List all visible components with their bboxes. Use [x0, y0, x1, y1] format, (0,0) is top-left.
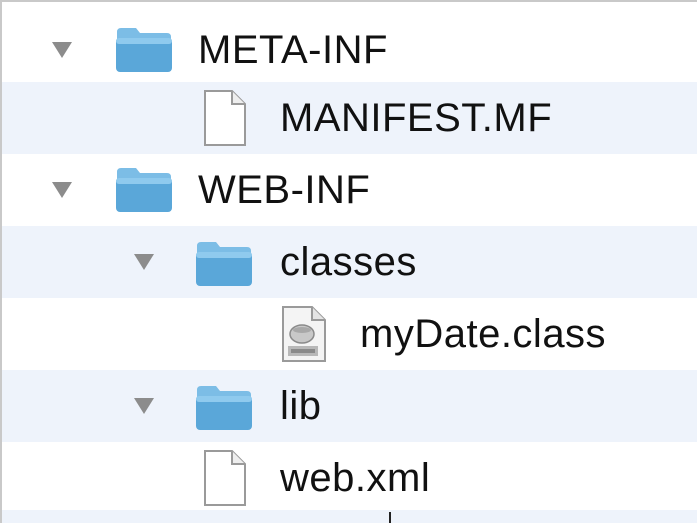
document-icon: [202, 88, 248, 148]
tree-row-meta-inf[interactable]: META-INF: [2, 14, 697, 86]
tree-row-web-inf[interactable]: WEB-INF: [2, 154, 697, 226]
tree-row-mydate-class[interactable]: myDate.class: [2, 298, 697, 370]
disclosure-triangle-icon[interactable]: [50, 40, 74, 60]
tree-item-label: MANIFEST.MF: [280, 96, 553, 140]
tree-row-manifest-mf[interactable]: MANIFEST.MF: [2, 82, 697, 154]
tree-row-lib[interactable]: lib: [2, 370, 697, 442]
folder-icon: [114, 22, 174, 74]
tree-item-label: web.xml: [280, 456, 431, 500]
tree-item-label: lib: [280, 384, 322, 428]
folder-icon: [194, 380, 254, 432]
tree-item-label: myDate.class: [360, 312, 607, 356]
tree-row-classes[interactable]: classes: [2, 226, 697, 298]
document-icon: [202, 448, 248, 508]
alternating-row-strip: [2, 510, 697, 523]
column-resize-handle[interactable]: [389, 512, 391, 523]
folder-icon: [194, 236, 254, 288]
disclosure-triangle-icon[interactable]: [132, 396, 156, 416]
disclosure-triangle-icon[interactable]: [132, 252, 156, 272]
disclosure-triangle-icon[interactable]: [50, 180, 74, 200]
tree-row-web-xml[interactable]: web.xml: [2, 442, 697, 514]
tree-item-label: META-INF: [198, 28, 388, 72]
file-tree: META-INF MANIFEST.MF WEB-INF classes myD…: [0, 0, 697, 523]
folder-icon: [114, 162, 174, 214]
java-class-icon: [280, 304, 328, 364]
tree-item-label: WEB-INF: [198, 168, 371, 212]
tree-item-label: classes: [280, 240, 417, 284]
